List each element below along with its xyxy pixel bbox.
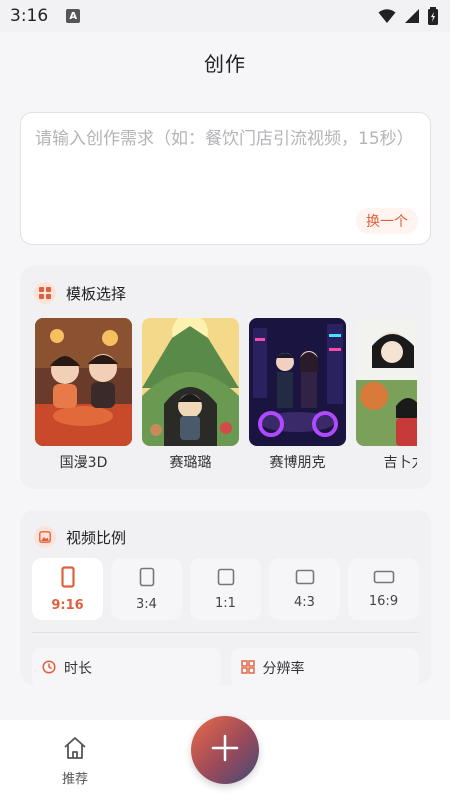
status-bar: 3:16 A <box>0 0 450 32</box>
ratio-option-9-16[interactable]: 9:16 <box>32 558 103 620</box>
scroll-fade <box>0 680 450 720</box>
landscape-ratio-icon <box>373 569 395 588</box>
duration-label: 时长 <box>64 661 92 677</box>
grid-icon <box>34 282 56 304</box>
ratio-section-title: 视频比例 <box>66 528 127 547</box>
template-section-header: 模板选择 <box>20 266 431 304</box>
template-section-title: 模板选择 <box>66 284 127 303</box>
template-section: 模板选择 国漫3D 赛璐璐 赛博朋克 吉卜 <box>20 266 431 489</box>
portrait-ratio-icon <box>139 567 155 591</box>
status-icons <box>378 7 438 29</box>
template-item-guoman3d[interactable]: 国漫3D <box>35 318 132 478</box>
ratio-label: 3:4 <box>136 596 157 612</box>
ratio-section: 视频比例 9:16 3:4 1:1 4:3 16:9 时长 分辨率 <box>20 510 431 688</box>
battery-icon <box>428 7 438 29</box>
divider <box>32 632 419 633</box>
header: 创作 <box>0 32 450 92</box>
template-item-cyberpunk[interactable]: 赛博朋克 <box>249 318 346 478</box>
resolution-icon <box>240 659 255 678</box>
template-thumbnail <box>142 318 239 446</box>
page-title: 创作 <box>204 51 246 76</box>
create-button[interactable] <box>191 716 259 784</box>
home-icon <box>62 736 88 764</box>
notification-icon: A <box>66 9 81 23</box>
ratio-label: 4:3 <box>294 594 315 610</box>
portrait-ratio-icon <box>60 565 75 592</box>
signal-icon <box>404 8 420 28</box>
ratio-options: 9:16 3:4 1:1 4:3 16:9 <box>32 558 419 620</box>
ratio-label: 1:1 <box>215 595 236 611</box>
ratio-option-1-1[interactable]: 1:1 <box>190 558 261 620</box>
ratio-label: 16:9 <box>368 594 399 609</box>
swap-button[interactable]: 换一个 <box>356 208 418 234</box>
wifi-icon <box>378 8 396 28</box>
image-icon <box>34 526 56 548</box>
template-label: 吉卜力 <box>383 455 418 471</box>
tab-recommend-label: 推荐 <box>61 772 88 787</box>
template-thumbnail <box>249 318 346 446</box>
ratio-option-16-9[interactable]: 16:9 <box>348 558 419 620</box>
resolution-label: 分辨率 <box>262 661 305 677</box>
prompt-input[interactable]: 请输入创作需求（如：餐饮门店引流视频，15秒） 换一个 <box>20 112 431 245</box>
square-ratio-icon <box>217 568 235 590</box>
plus-icon <box>210 733 240 767</box>
template-label: 赛博朋克 <box>269 455 326 471</box>
tab-recommend[interactable]: 推荐 <box>50 736 100 787</box>
landscape-ratio-icon <box>295 569 315 589</box>
ratio-option-4-3[interactable]: 4:3 <box>269 558 340 620</box>
template-item-ghibli[interactable]: 吉卜力 <box>356 318 417 478</box>
prompt-placeholder: 请输入创作需求（如：餐饮门店引流视频，15秒） <box>35 129 414 149</box>
clock-icon <box>42 659 56 678</box>
template-label: 赛璐璐 <box>169 455 212 471</box>
template-thumbnail <box>35 318 132 446</box>
ratio-label: 9:16 <box>51 597 84 613</box>
status-time: 3:16 <box>10 6 49 26</box>
template-label: 国漫3D <box>59 455 108 471</box>
ratio-option-3-4[interactable]: 3:4 <box>111 558 182 620</box>
template-item-celluloid[interactable]: 赛璐璐 <box>142 318 239 478</box>
template-list: 国漫3D 赛璐璐 赛博朋克 吉卜 <box>35 318 417 478</box>
ratio-section-header: 视频比例 <box>20 510 431 548</box>
template-thumbnail <box>356 318 417 446</box>
